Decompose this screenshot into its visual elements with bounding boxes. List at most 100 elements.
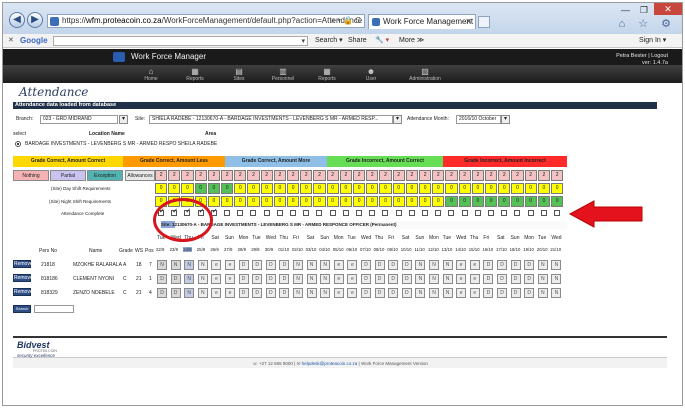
address-bar[interactable]: https://wfm.proteacoin.co.za/WorkForceMa… <box>47 14 365 28</box>
attendance-cell[interactable]: e <box>225 288 235 298</box>
sign-in-button[interactable]: Sign In ▾ <box>639 34 666 47</box>
menu-item-personnel[interactable]: ▥ Personnel <box>265 67 301 82</box>
attendance-cell[interactable]: e <box>333 288 344 298</box>
footer-email-link[interactable]: helpdesk@proteacoin.co.za <box>302 361 358 366</box>
attendance-cell[interactable]: N <box>184 288 195 298</box>
attendance-complete-checkbox[interactable] <box>224 210 230 216</box>
attendance-cell[interactable]: N <box>320 288 331 298</box>
back-button[interactable]: ◀ <box>9 12 25 28</box>
attendance-cell[interactable]: N <box>197 260 208 270</box>
branch-select[interactable]: 023 - GRD MIDRAND <box>40 115 118 124</box>
attendance-cell[interactable]: D <box>265 274 276 284</box>
attendance-cell[interactable]: N <box>306 260 317 270</box>
attendance-cell[interactable]: e <box>469 260 480 270</box>
attendance-complete-checkbox[interactable] <box>263 210 270 216</box>
address-controls-icon[interactable]: ⌕ ▾ 🔒 C <box>331 15 361 27</box>
attendance-cell[interactable]: D <box>497 288 507 298</box>
attendance-cell[interactable]: D <box>252 274 263 284</box>
attendance-cell[interactable]: D <box>401 274 412 284</box>
attendance-cell[interactable]: D <box>510 274 521 284</box>
attendance-complete-checkbox[interactable] <box>474 210 481 216</box>
attendance-cell[interactable]: D <box>265 260 276 270</box>
attendance-cell[interactable]: N <box>293 274 303 284</box>
attendance-cell[interactable]: e <box>333 260 344 270</box>
remove-button[interactable]: Remove <box>13 260 33 268</box>
attendance-cell[interactable]: e <box>333 274 344 284</box>
site-select[interactable]: SHIELA RADEBE - 12130670-A - BARDAGE INV… <box>149 115 393 124</box>
attendance-cell[interactable]: D <box>483 274 494 284</box>
attendance-cell[interactable]: D <box>388 274 399 284</box>
new-tab-button[interactable] <box>478 16 490 28</box>
branch-dropdown-icon[interactable]: ▾ <box>119 115 128 124</box>
attendance-complete-checkbox[interactable] <box>501 210 508 216</box>
attendance-cell[interactable]: D <box>279 288 290 298</box>
menu-item-home[interactable]: ⌂ Home <box>133 67 169 82</box>
attendance-cell[interactable]: D <box>238 274 249 284</box>
attendance-cell[interactable]: N <box>293 288 303 298</box>
attendance-cell[interactable]: D <box>238 288 249 298</box>
share-button[interactable]: Share <box>348 34 367 47</box>
attendance-cell[interactable]: e <box>469 274 480 284</box>
attendance-cell[interactable]: N <box>537 288 548 298</box>
attendance-cell[interactable]: N <box>537 260 548 270</box>
attendance-complete-checkbox[interactable] <box>382 210 389 216</box>
attendance-cell[interactable]: N <box>442 260 453 270</box>
attendance-cell[interactable]: N <box>320 260 331 270</box>
attendance-cell[interactable]: N <box>415 274 426 284</box>
attendance-cell[interactable]: N <box>306 274 317 284</box>
menu-item-reports-2[interactable]: ▦ Reports <box>309 67 345 82</box>
attendance-complete-checkbox[interactable] <box>329 210 336 216</box>
attendance-cell[interactable]: D <box>510 260 521 270</box>
attendance-cell[interactable]: N <box>184 260 195 270</box>
attendance-cell[interactable]: D <box>170 288 181 298</box>
search-officer-input[interactable] <box>34 305 74 313</box>
attendance-complete-checkbox[interactable] <box>435 210 442 216</box>
site-radio[interactable] <box>15 141 21 147</box>
attendance-cell[interactable]: e <box>347 260 358 270</box>
attendance-complete-checkbox[interactable] <box>540 210 547 216</box>
attendance-complete-checkbox[interactable] <box>488 210 494 216</box>
attendance-cell[interactable]: N <box>415 288 426 298</box>
attendance-cell[interactable]: e <box>347 288 358 298</box>
attendance-complete-checkbox[interactable] <box>554 210 560 216</box>
attendance-cell[interactable]: D <box>374 260 385 270</box>
attendance-cell[interactable]: N <box>415 260 426 270</box>
minimize-icon[interactable]: — <box>621 5 630 15</box>
attendance-complete-checkbox[interactable] <box>237 210 244 216</box>
browser-tab-active[interactable]: Work Force Management ✕ <box>368 14 476 29</box>
remove-button[interactable]: Remove <box>13 274 33 282</box>
attendance-cell[interactable]: N <box>429 288 439 298</box>
menu-item-administration[interactable]: ▧ Administration <box>397 67 453 82</box>
attendance-cell[interactable]: N <box>157 260 167 270</box>
menu-item-user[interactable]: ☻ User <box>353 67 389 82</box>
attendance-cell[interactable]: D <box>361 260 371 270</box>
attendance-complete-checkbox[interactable] <box>276 210 283 216</box>
month-select[interactable]: 2016/10 October <box>456 115 501 124</box>
attendance-cell[interactable]: D <box>157 288 167 298</box>
attendance-cell[interactable]: e <box>347 274 358 284</box>
user-line[interactable]: Petra Bester | Logout <box>616 53 668 60</box>
attendance-cell[interactable]: N <box>293 260 303 270</box>
attendance-complete-checkbox[interactable] <box>461 210 468 216</box>
remove-button[interactable]: Remove <box>13 288 33 296</box>
menu-item-sites[interactable]: ▤ Sites <box>221 67 257 82</box>
attendance-complete-checkbox[interactable] <box>395 210 402 216</box>
attendance-complete-checkbox[interactable] <box>342 210 349 216</box>
month-dropdown-icon[interactable]: ▾ <box>501 115 510 124</box>
attendance-cell[interactable]: e <box>211 274 222 284</box>
menu-item-reports[interactable]: ▦ Reports <box>177 67 213 82</box>
attendance-complete-checkbox[interactable] <box>408 210 415 216</box>
attendance-cell[interactable]: N <box>170 260 181 270</box>
attendance-complete-checkbox[interactable] <box>290 210 296 216</box>
attendance-cell[interactable]: D <box>483 288 494 298</box>
home-star-gear-icon[interactable]: ⌂ ☆ ⚙ <box>619 17 676 30</box>
more-button[interactable]: More ≫ <box>399 34 424 47</box>
attendance-cell[interactable]: D <box>361 288 371 298</box>
attendance-complete-checkbox[interactable] <box>303 210 310 216</box>
attendance-cell[interactable]: D <box>497 260 507 270</box>
attendance-cell[interactable]: D <box>238 260 249 270</box>
attendance-complete-checkbox[interactable] <box>356 210 362 216</box>
attendance-cell[interactable]: D <box>170 274 181 284</box>
attendance-cell[interactable]: e <box>456 288 467 298</box>
search-button[interactable]: Search ▾ <box>315 34 343 47</box>
